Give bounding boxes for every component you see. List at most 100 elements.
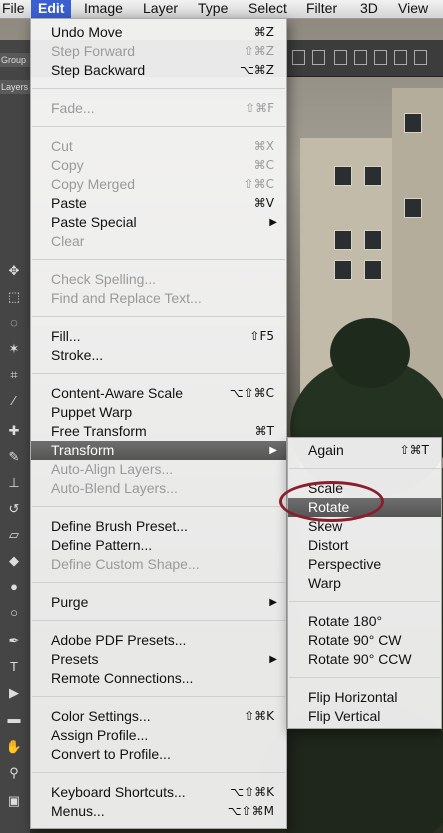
menu-separator (32, 126, 285, 127)
menu-item-define-brush-preset[interactable]: Define Brush Preset... (31, 517, 286, 536)
menu-item-copy-merged[interactable]: Copy Merged ⇧⌘C (31, 175, 286, 194)
menu-item-paste[interactable]: Paste ⌘V (31, 194, 286, 213)
align-icon[interactable] (354, 50, 367, 65)
transform-submenu: Again ⇧⌘T Scale Rotate Skew Distort Persp… (287, 437, 442, 729)
menu-item-find-replace[interactable]: Find and Replace Text... (31, 289, 286, 308)
menu-item-check-spelling[interactable]: Check Spelling... (31, 270, 286, 289)
tools-panel: Group Layers ✥ ⬚ ◌ ✶ ⌗ ⁄ ✚ ✎ ⊥ ↺ ▱ ◆ ● ○… (0, 40, 30, 833)
menu-item-cut[interactable]: Cut ⌘X (31, 137, 286, 156)
color-swatches-icon[interactable]: ▣ (3, 792, 25, 810)
brush-tool-icon[interactable]: ✎ (3, 448, 25, 466)
submenu-item-distort[interactable]: Distort (288, 536, 441, 555)
menu-separator (289, 468, 440, 469)
marquee-tool-icon[interactable]: ⬚ (3, 288, 25, 306)
stamp-tool-icon[interactable]: ⊥ (3, 474, 25, 492)
shape-tool-icon[interactable]: ▬ (3, 710, 25, 728)
menu-item-auto-align-layers[interactable]: Auto-Align Layers... (31, 460, 286, 479)
menu-item-color-settings[interactable]: Color Settings... ⇧⌘K (31, 707, 286, 726)
menu-item-define-pattern[interactable]: Define Pattern... (31, 536, 286, 555)
healing-brush-icon[interactable]: ✚ (3, 422, 25, 440)
menu-item-step-forward[interactable]: Step Forward ⇧⌘Z (31, 42, 286, 61)
building-window (334, 166, 352, 186)
menu-filter[interactable]: Filter (306, 0, 337, 18)
align-icon[interactable] (312, 50, 325, 65)
menu-separator (32, 88, 285, 89)
menu-item-define-custom-shape[interactable]: Define Custom Shape... (31, 555, 286, 574)
submenu-item-rotate-90-cw[interactable]: Rotate 90° CW (288, 631, 441, 650)
menu-edit[interactable]: Edit (31, 0, 72, 18)
menu-item-remote-connections[interactable]: Remote Connections... (31, 669, 286, 688)
menu-item-fill[interactable]: Fill... ⇧F5 (31, 327, 286, 346)
submenu-item-rotate-90-ccw[interactable]: Rotate 90° CCW (288, 650, 441, 669)
menu-type[interactable]: Type (198, 0, 228, 18)
menu-item-assign-profile[interactable]: Assign Profile... (31, 726, 286, 745)
pen-tool-icon[interactable]: ✒ (3, 632, 25, 650)
submenu-item-perspective[interactable]: Perspective (288, 555, 441, 574)
menu-item-stroke[interactable]: Stroke... (31, 346, 286, 365)
submenu-item-flip-vertical[interactable]: Flip Vertical (288, 707, 441, 726)
move-tool-icon[interactable]: ✥ (3, 262, 25, 280)
menu-item-purge[interactable]: Purge ▶ (31, 593, 286, 612)
eyedropper-icon[interactable]: ⁄ (3, 392, 25, 410)
menu-separator (32, 620, 285, 621)
menu-item-undo-move[interactable]: Undo Move ⌘Z (31, 23, 286, 42)
layers-tab[interactable]: Layers (0, 80, 30, 94)
submenu-item-rotate-180[interactable]: Rotate 180° (288, 612, 441, 631)
menu-item-step-backward[interactable]: Step Backward ⌥⌘Z (31, 61, 286, 80)
crop-tool-icon[interactable]: ⌗ (3, 366, 25, 384)
menu-item-auto-blend-layers[interactable]: Auto-Blend Layers... (31, 479, 286, 498)
menu-item-convert-to-profile[interactable]: Convert to Profile... (31, 745, 286, 764)
submenu-item-warp[interactable]: Warp (288, 574, 441, 593)
group-tab[interactable]: Group (0, 53, 30, 67)
menu-item-puppet-warp[interactable]: Puppet Warp (31, 403, 286, 422)
building-window (404, 113, 422, 133)
path-select-icon[interactable]: ▶ (3, 684, 25, 702)
menu-item-free-transform[interactable]: Free Transform ⌘T (31, 422, 286, 441)
building-window (334, 230, 352, 250)
menu-layer[interactable]: Layer (143, 0, 178, 18)
menu-separator (289, 677, 440, 678)
menu-item-paste-special[interactable]: Paste Special ▶ (31, 213, 286, 232)
menu-item-clear[interactable]: Clear (31, 232, 286, 251)
tree (330, 318, 410, 388)
menu-select[interactable]: Select (248, 0, 287, 18)
lasso-tool-icon[interactable]: ◌ (3, 314, 25, 332)
zoom-tool-icon[interactable]: ⚲ (3, 764, 25, 782)
blur-tool-icon[interactable]: ● (3, 578, 25, 596)
menu-separator (32, 582, 285, 583)
menu-separator (32, 506, 285, 507)
align-icon[interactable] (414, 50, 427, 65)
dodge-tool-icon[interactable]: ○ (3, 604, 25, 622)
menu-item-adobe-pdf-presets[interactable]: Adobe PDF Presets... (31, 631, 286, 650)
submenu-item-again[interactable]: Again ⇧⌘T (288, 441, 441, 460)
history-brush-icon[interactable]: ↺ (3, 500, 25, 518)
menu-item-content-aware-scale[interactable]: Content-Aware Scale ⌥⇧⌘C (31, 384, 286, 403)
menu-file[interactable]: File (2, 0, 25, 18)
menu-item-keyboard-shortcuts[interactable]: Keyboard Shortcuts... ⌥⇧⌘K (31, 783, 286, 802)
menu-3d[interactable]: 3D (360, 0, 378, 18)
hand-tool-icon[interactable]: ✋ (3, 738, 25, 756)
menu-item-menus[interactable]: Menus... ⌥⇧⌘M (31, 802, 286, 821)
menu-separator (32, 772, 285, 773)
align-icon[interactable] (374, 50, 387, 65)
building-window (334, 260, 352, 280)
menu-item-copy[interactable]: Copy ⌘C (31, 156, 286, 175)
align-icon[interactable] (292, 50, 305, 65)
annotation-circle (279, 481, 384, 522)
paint-bucket-icon[interactable]: ◆ (3, 552, 25, 570)
type-tool-icon[interactable]: T (3, 658, 25, 676)
menu-bar: File Edit Image Layer Type Select Filter… (0, 0, 443, 19)
menu-image[interactable]: Image (84, 0, 123, 18)
align-icon[interactable] (394, 50, 407, 65)
submenu-arrow-icon: ▶ (269, 217, 277, 228)
eraser-tool-icon[interactable]: ▱ (3, 526, 25, 544)
magic-wand-icon[interactable]: ✶ (3, 340, 25, 358)
menu-item-transform[interactable]: Transform ▶ (31, 441, 286, 460)
menu-view[interactable]: View (398, 0, 428, 18)
menu-item-fade[interactable]: Fade... ⇧⌘F (31, 99, 286, 118)
menu-item-presets[interactable]: Presets ▶ (31, 650, 286, 669)
align-icon[interactable] (334, 50, 347, 65)
submenu-item-flip-horizontal[interactable]: Flip Horizontal (288, 688, 441, 707)
menu-separator (32, 259, 285, 260)
submenu-arrow-icon: ▶ (269, 597, 277, 608)
